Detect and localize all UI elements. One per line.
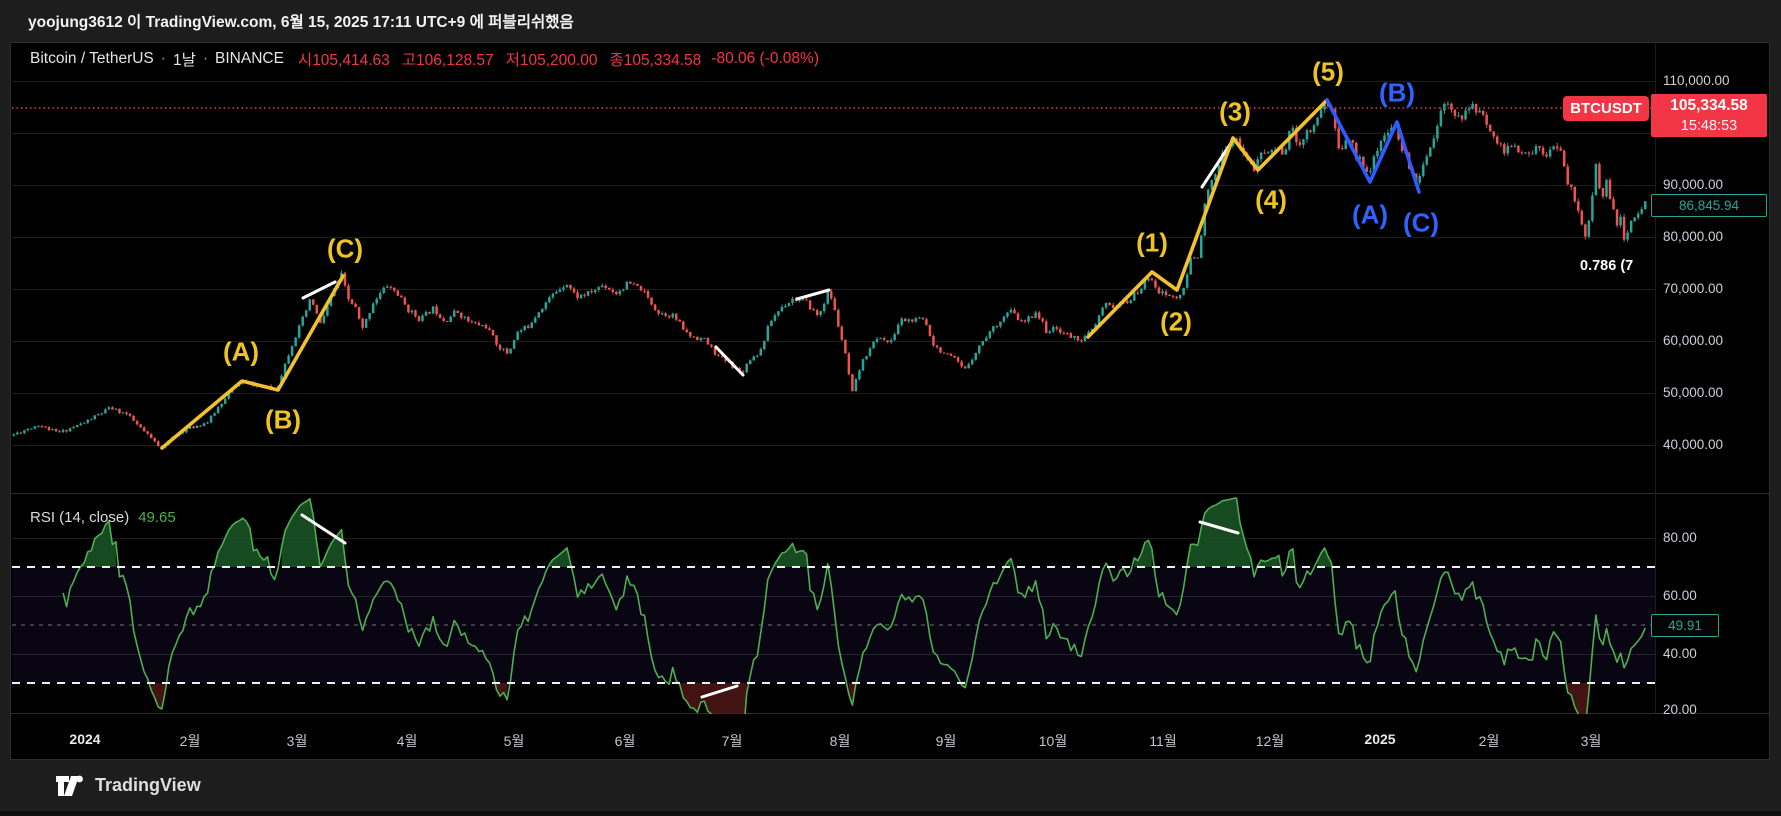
live-price-badge[interactable]: 105,334.58 15:48:53 <box>1651 94 1767 137</box>
symbol-header[interactable]: Bitcoin / TetherUS · 1날 · BINANCE 시105,4… <box>30 48 819 70</box>
footer-brand-text[interactable]: TradingView <box>95 775 201 796</box>
close-value: 105,334.58 <box>623 52 702 69</box>
separator-dot: · <box>160 50 166 67</box>
low-key: 저 <box>505 52 520 69</box>
symbol-title[interactable]: Bitcoin / TetherUS <box>30 50 154 68</box>
rsi-label: RSI (14, close) <box>30 509 130 526</box>
rsi-legend[interactable]: RSI (14, close) 49.65 <box>30 509 176 526</box>
rsi-value: 49.65 <box>138 509 176 526</box>
exchange-label: BINANCE <box>215 50 284 67</box>
last-close-badge[interactable]: 86,845.94 <box>1651 194 1767 217</box>
ohlc-values: 시105,414.63 고106,128.57 저105,200.00 종105… <box>298 48 701 70</box>
high-key: 고 <box>401 52 417 69</box>
live-price-value: 105,334.58 <box>1670 96 1748 114</box>
high-value: 106,128.57 <box>416 52 494 69</box>
separator-dot: · <box>202 50 209 67</box>
symbol-price-label-badge[interactable]: BTCUSDT <box>1563 96 1649 121</box>
publish-text: yoojung3612 이 TradingView.com, 6월 15, 20… <box>28 14 574 31</box>
low-value: 105,200.00 <box>519 52 598 69</box>
close-key: 종 <box>609 52 624 69</box>
open-value: 105,414.63 <box>312 52 390 69</box>
interval-label[interactable]: 1날 <box>173 48 196 70</box>
publish-bar: yoojung3612 이 TradingView.com, 6월 15, 20… <box>0 0 1781 42</box>
rsi-value-badge[interactable]: 49.91 <box>1651 614 1719 637</box>
chart-container[interactable] <box>10 42 1770 760</box>
countdown-timer: 15:48:53 <box>1680 117 1738 134</box>
price-change: -80.06 (-0.08%) <box>711 50 819 67</box>
open-key: 시 <box>297 52 313 69</box>
tradingview-logo-icon[interactable] <box>55 773 85 799</box>
page: yoojung3612 이 TradingView.com, 6월 15, 20… <box>0 0 1781 816</box>
footer-bar: TradingView <box>0 760 1781 816</box>
